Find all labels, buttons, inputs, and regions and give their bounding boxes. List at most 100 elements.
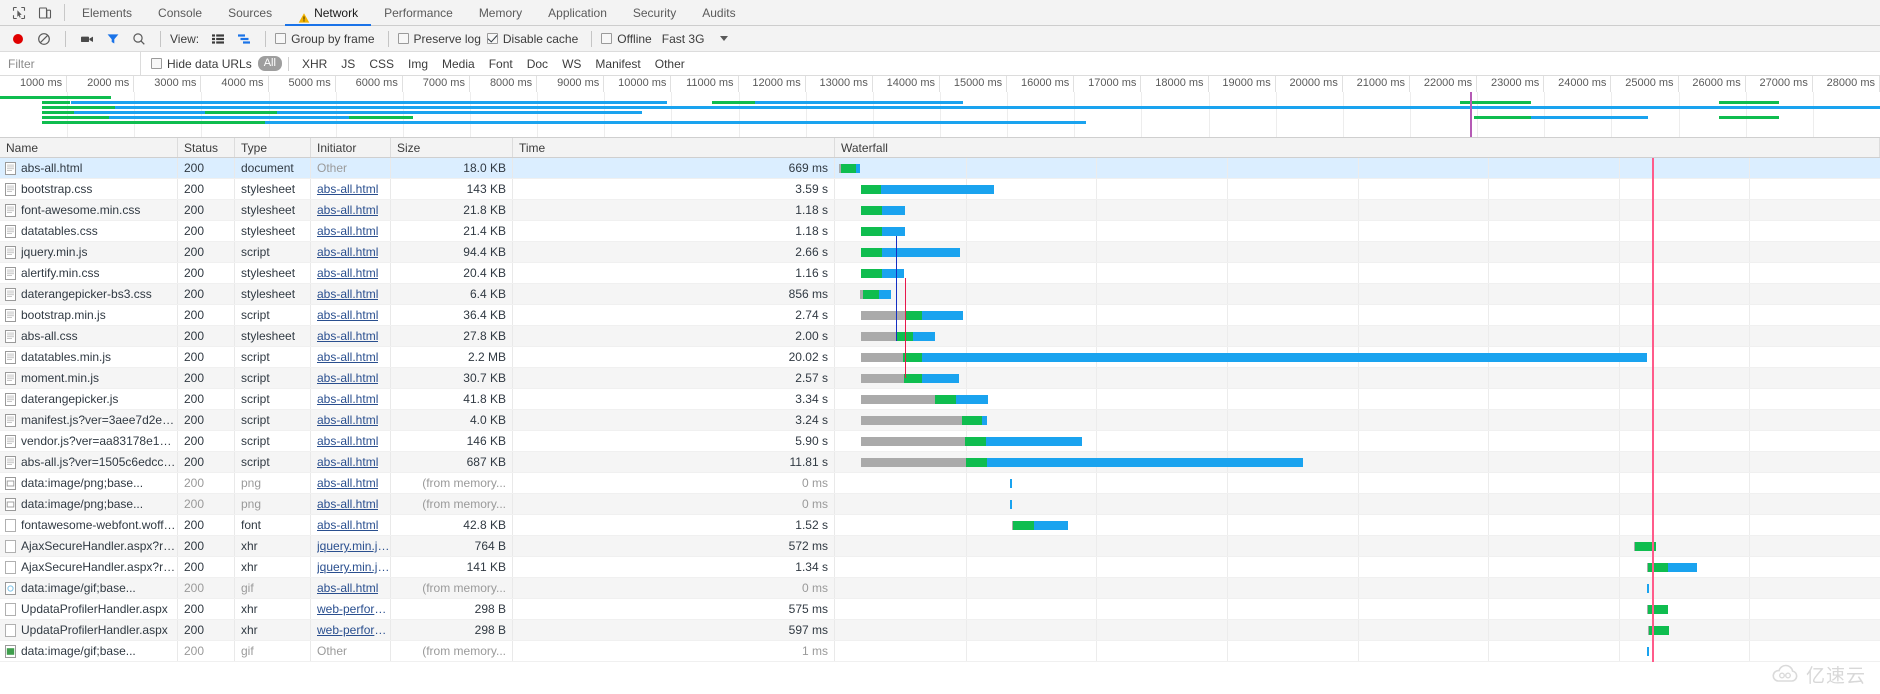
tab-application[interactable]: Application — [535, 0, 620, 26]
initiator-link[interactable]: abs-all.html — [317, 350, 378, 364]
filter-type-font[interactable]: Font — [482, 52, 520, 76]
cell-waterfall[interactable] — [835, 599, 1880, 619]
cell-waterfall[interactable] — [835, 158, 1880, 178]
filter-type-manifest[interactable]: Manifest — [588, 52, 647, 76]
table-row[interactable]: font-awesome.min.css 200 stylesheet abs-all… — [0, 200, 1880, 221]
table-row[interactable]: abs-all.js?ver=1505c6edccff4f463... 200 sc… — [0, 452, 1880, 473]
cell-waterfall[interactable] — [835, 431, 1880, 451]
cell-name[interactable]: daterangepicker-bs3.css — [0, 284, 178, 304]
inspect-element-icon[interactable] — [6, 1, 32, 25]
cell-waterfall[interactable] — [835, 389, 1880, 409]
initiator-link[interactable]: abs-all.html — [317, 203, 378, 217]
offline-checkbox[interactable]: Offline — [601, 32, 652, 46]
cell-waterfall[interactable] — [835, 200, 1880, 220]
initiator-link[interactable]: abs-all.html — [317, 476, 378, 490]
waterfall-view-icon[interactable] — [232, 28, 256, 50]
column-header-status[interactable]: Status — [178, 138, 235, 157]
table-row[interactable]: alertify.min.css 200 stylesheet abs-all.htm… — [0, 263, 1880, 284]
cell-waterfall[interactable] — [835, 578, 1880, 598]
table-row[interactable]: UpdataProfilerHandler.aspx 200 xhr web-perf… — [0, 620, 1880, 641]
cell-waterfall[interactable] — [835, 641, 1880, 661]
table-row[interactable]: jquery.min.js 200 script abs-all.html 94.4 K… — [0, 242, 1880, 263]
cell-name[interactable]: abs-all.html — [0, 158, 178, 178]
column-header-initiator[interactable]: Initiator — [311, 138, 391, 157]
initiator-link[interactable]: web-perform... — [317, 623, 390, 637]
cell-name[interactable]: manifest.js?ver=3aee7d2e28662e... — [0, 410, 178, 430]
cell-name[interactable]: UpdataProfilerHandler.aspx — [0, 620, 178, 640]
cell-waterfall[interactable] — [835, 620, 1880, 640]
cell-name[interactable]: UpdataProfilerHandler.aspx — [0, 599, 178, 619]
initiator-link[interactable]: abs-all.html — [317, 455, 378, 469]
cell-name[interactable]: data:image/gif;base... — [0, 641, 178, 661]
clear-icon[interactable] — [32, 28, 56, 50]
throttling-select[interactable]: Fast 3G — [662, 32, 729, 46]
table-row[interactable]: UpdataProfilerHandler.aspx 200 xhr web-perf… — [0, 599, 1880, 620]
cell-name[interactable]: AjaxSecureHandler.aspx?r=0e356... — [0, 536, 178, 556]
initiator-link[interactable]: abs-all.html — [317, 266, 378, 280]
table-row[interactable]: data:image/gif;base... 200 gif Other (from m… — [0, 641, 1880, 662]
cell-name[interactable]: bootstrap.css — [0, 179, 178, 199]
cell-waterfall[interactable] — [835, 179, 1880, 199]
table-row[interactable]: bootstrap.css 200 stylesheet abs-all.html 14… — [0, 179, 1880, 200]
table-row[interactable]: datatables.min.js 200 script abs-all.html 2.… — [0, 347, 1880, 368]
cell-name[interactable]: data:image/png;base... — [0, 494, 178, 514]
group-by-frame-checkbox[interactable]: Group by frame — [275, 32, 375, 46]
list-view-icon[interactable] — [206, 28, 230, 50]
table-row[interactable]: vendor.js?ver=aa83178e13808ddc... 200 scri… — [0, 431, 1880, 452]
cell-waterfall[interactable] — [835, 305, 1880, 325]
cell-waterfall[interactable] — [835, 284, 1880, 304]
preserve-log-checkbox[interactable]: Preserve log — [397, 32, 481, 46]
table-row[interactable]: daterangepicker.js 200 script abs-all.html 4… — [0, 389, 1880, 410]
tab-performance[interactable]: Performance — [371, 0, 466, 26]
initiator-link[interactable]: jquery.min.js:4 — [317, 560, 390, 574]
cell-name[interactable]: data:image/png;base... — [0, 473, 178, 493]
initiator-link[interactable]: jquery.min.js:4 — [317, 539, 390, 553]
cell-name[interactable]: datatables.min.js — [0, 347, 178, 367]
cell-name[interactable]: abs-all.css — [0, 326, 178, 346]
table-row[interactable]: AjaxSecureHandler.aspx?r=0e356... 200 xhr j… — [0, 536, 1880, 557]
filter-type-doc[interactable]: Doc — [520, 52, 555, 76]
table-row[interactable]: AjaxSecureHandler.aspx?r=90a19... 200 xhr j… — [0, 557, 1880, 578]
cell-name[interactable]: bootstrap.min.js — [0, 305, 178, 325]
filter-type-xhr[interactable]: XHR — [295, 52, 334, 76]
cell-name[interactable]: AjaxSecureHandler.aspx?r=90a19... — [0, 557, 178, 577]
camera-icon[interactable] — [75, 28, 99, 50]
overview-timeline[interactable] — [0, 92, 1880, 137]
cell-waterfall[interactable] — [835, 263, 1880, 283]
tab-elements[interactable]: Elements — [69, 0, 145, 26]
table-row[interactable]: datatables.css 200 stylesheet abs-all.html 2… — [0, 221, 1880, 242]
cell-name[interactable]: font-awesome.min.css — [0, 200, 178, 220]
disable-cache-checkbox[interactable]: Disable cache — [486, 32, 578, 46]
cell-name[interactable]: abs-all.js?ver=1505c6edccff4f463... — [0, 452, 178, 472]
initiator-link[interactable]: abs-all.html — [317, 392, 378, 406]
tab-sources[interactable]: Sources — [215, 0, 285, 26]
filter-type-js[interactable]: JS — [334, 52, 362, 76]
initiator-link[interactable]: abs-all.html — [317, 287, 378, 301]
cell-waterfall[interactable] — [835, 221, 1880, 241]
initiator-link[interactable]: abs-all.html — [317, 434, 378, 448]
cell-name[interactable]: alertify.min.css — [0, 263, 178, 283]
requests-table-body[interactable]: abs-all.html 200 document Other 18.0 KB 669 m… — [0, 158, 1880, 662]
column-header-type[interactable]: Type — [235, 138, 311, 157]
cell-name[interactable]: datatables.css — [0, 221, 178, 241]
record-stop-icon[interactable] — [6, 28, 30, 50]
cell-waterfall[interactable] — [835, 368, 1880, 388]
initiator-link[interactable]: abs-all.html — [317, 308, 378, 322]
cell-waterfall[interactable] — [835, 410, 1880, 430]
tab-memory[interactable]: Memory — [466, 0, 535, 26]
device-toolbar-icon[interactable] — [32, 1, 58, 25]
cell-waterfall[interactable] — [835, 473, 1880, 493]
search-icon[interactable] — [127, 28, 151, 50]
filter-type-ws[interactable]: WS — [555, 52, 588, 76]
table-row[interactable]: manifest.js?ver=3aee7d2e28662e... 200 scri… — [0, 410, 1880, 431]
cell-name[interactable]: vendor.js?ver=aa83178e13808ddc... — [0, 431, 178, 451]
initiator-link[interactable]: abs-all.html — [317, 182, 378, 196]
table-row[interactable]: abs-all.html 200 document Other 18.0 KB 669 m… — [0, 158, 1880, 179]
table-row[interactable]: abs-all.css 200 stylesheet abs-all.html 27.8… — [0, 326, 1880, 347]
filter-type-all[interactable]: All — [257, 56, 282, 71]
initiator-link[interactable]: abs-all.html — [317, 413, 378, 427]
cell-name[interactable]: fontawesome-webfont.woff?v=3.2.1 — [0, 515, 178, 535]
filter-type-media[interactable]: Media — [435, 52, 482, 76]
column-header-waterfall[interactable]: Waterfall — [835, 138, 1880, 157]
initiator-link[interactable]: abs-all.html — [317, 581, 378, 595]
